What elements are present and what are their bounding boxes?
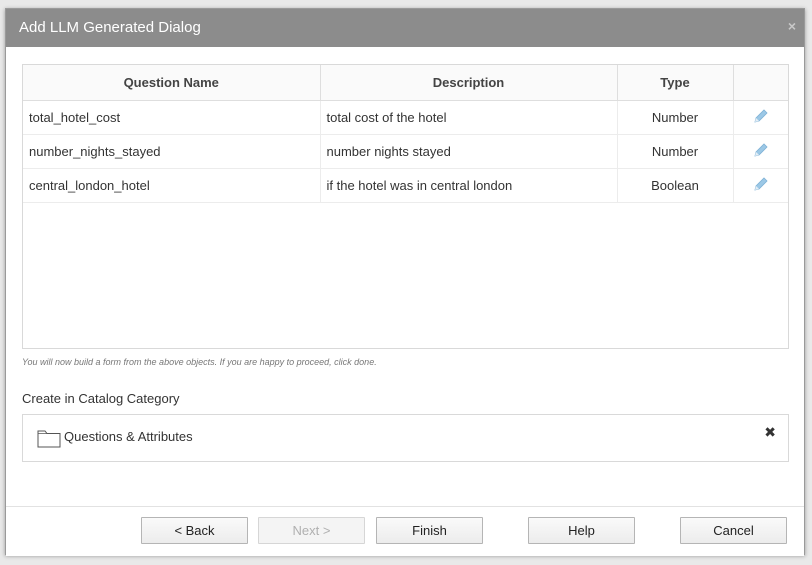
finish-button[interactable]: Finish: [376, 517, 483, 544]
cell-type: Boolean: [617, 168, 734, 203]
close-icon[interactable]: ×: [788, 18, 796, 34]
pencil-icon[interactable]: [753, 176, 769, 192]
cell-description: if the hotel was in central london: [320, 168, 618, 203]
pencil-icon[interactable]: [753, 142, 769, 158]
next-button[interactable]: Next >: [258, 517, 365, 544]
dialog-title: Add LLM Generated Dialog: [19, 19, 201, 36]
catalog-category-field[interactable]: Questions & Attributes ✖: [22, 414, 789, 462]
catalog-category-value: Questions & Attributes: [64, 429, 193, 444]
cell-description: total cost of the hotel: [320, 100, 618, 135]
column-header-description[interactable]: Description: [320, 65, 618, 101]
dialog-titlebar[interactable]: Add LLM Generated Dialog ×: [6, 9, 804, 47]
cancel-button[interactable]: Cancel: [680, 517, 787, 544]
cell-actions: [733, 100, 788, 135]
cell-question-name: total_hotel_cost: [23, 100, 321, 135]
dialog-footer: < Back Next > Finish Help Cancel: [6, 506, 804, 556]
pencil-icon[interactable]: [753, 108, 769, 124]
remove-category-icon[interactable]: ✖: [764, 424, 776, 441]
table-header-row: Question Name Description Type: [23, 65, 788, 101]
cell-actions: [733, 168, 788, 203]
back-button[interactable]: < Back: [141, 517, 248, 544]
questions-table: Question Name Description Type total_hot…: [22, 64, 789, 349]
column-header-type[interactable]: Type: [617, 65, 734, 101]
column-header-question-name[interactable]: Question Name: [23, 65, 321, 101]
folder-icon: [37, 428, 61, 448]
table-row[interactable]: total_hotel_cost total cost of the hotel…: [23, 100, 788, 135]
cell-actions: [733, 134, 788, 169]
column-header-actions: [733, 65, 788, 101]
cell-description: number nights stayed: [320, 134, 618, 169]
help-button[interactable]: Help: [528, 517, 635, 544]
cell-question-name: central_london_hotel: [23, 168, 321, 203]
table-row[interactable]: number_nights_stayed number nights staye…: [23, 134, 788, 169]
cell-question-name: number_nights_stayed: [23, 134, 321, 169]
add-llm-generated-dialog: Add LLM Generated Dialog × Question Name…: [5, 8, 805, 556]
catalog-category-label: Create in Catalog Category: [22, 391, 180, 406]
table-row[interactable]: central_london_hotel if the hotel was in…: [23, 168, 788, 203]
cell-type: Number: [617, 134, 734, 169]
cell-type: Number: [617, 100, 734, 135]
instruction-note: You will now build a form from the above…: [22, 357, 377, 367]
